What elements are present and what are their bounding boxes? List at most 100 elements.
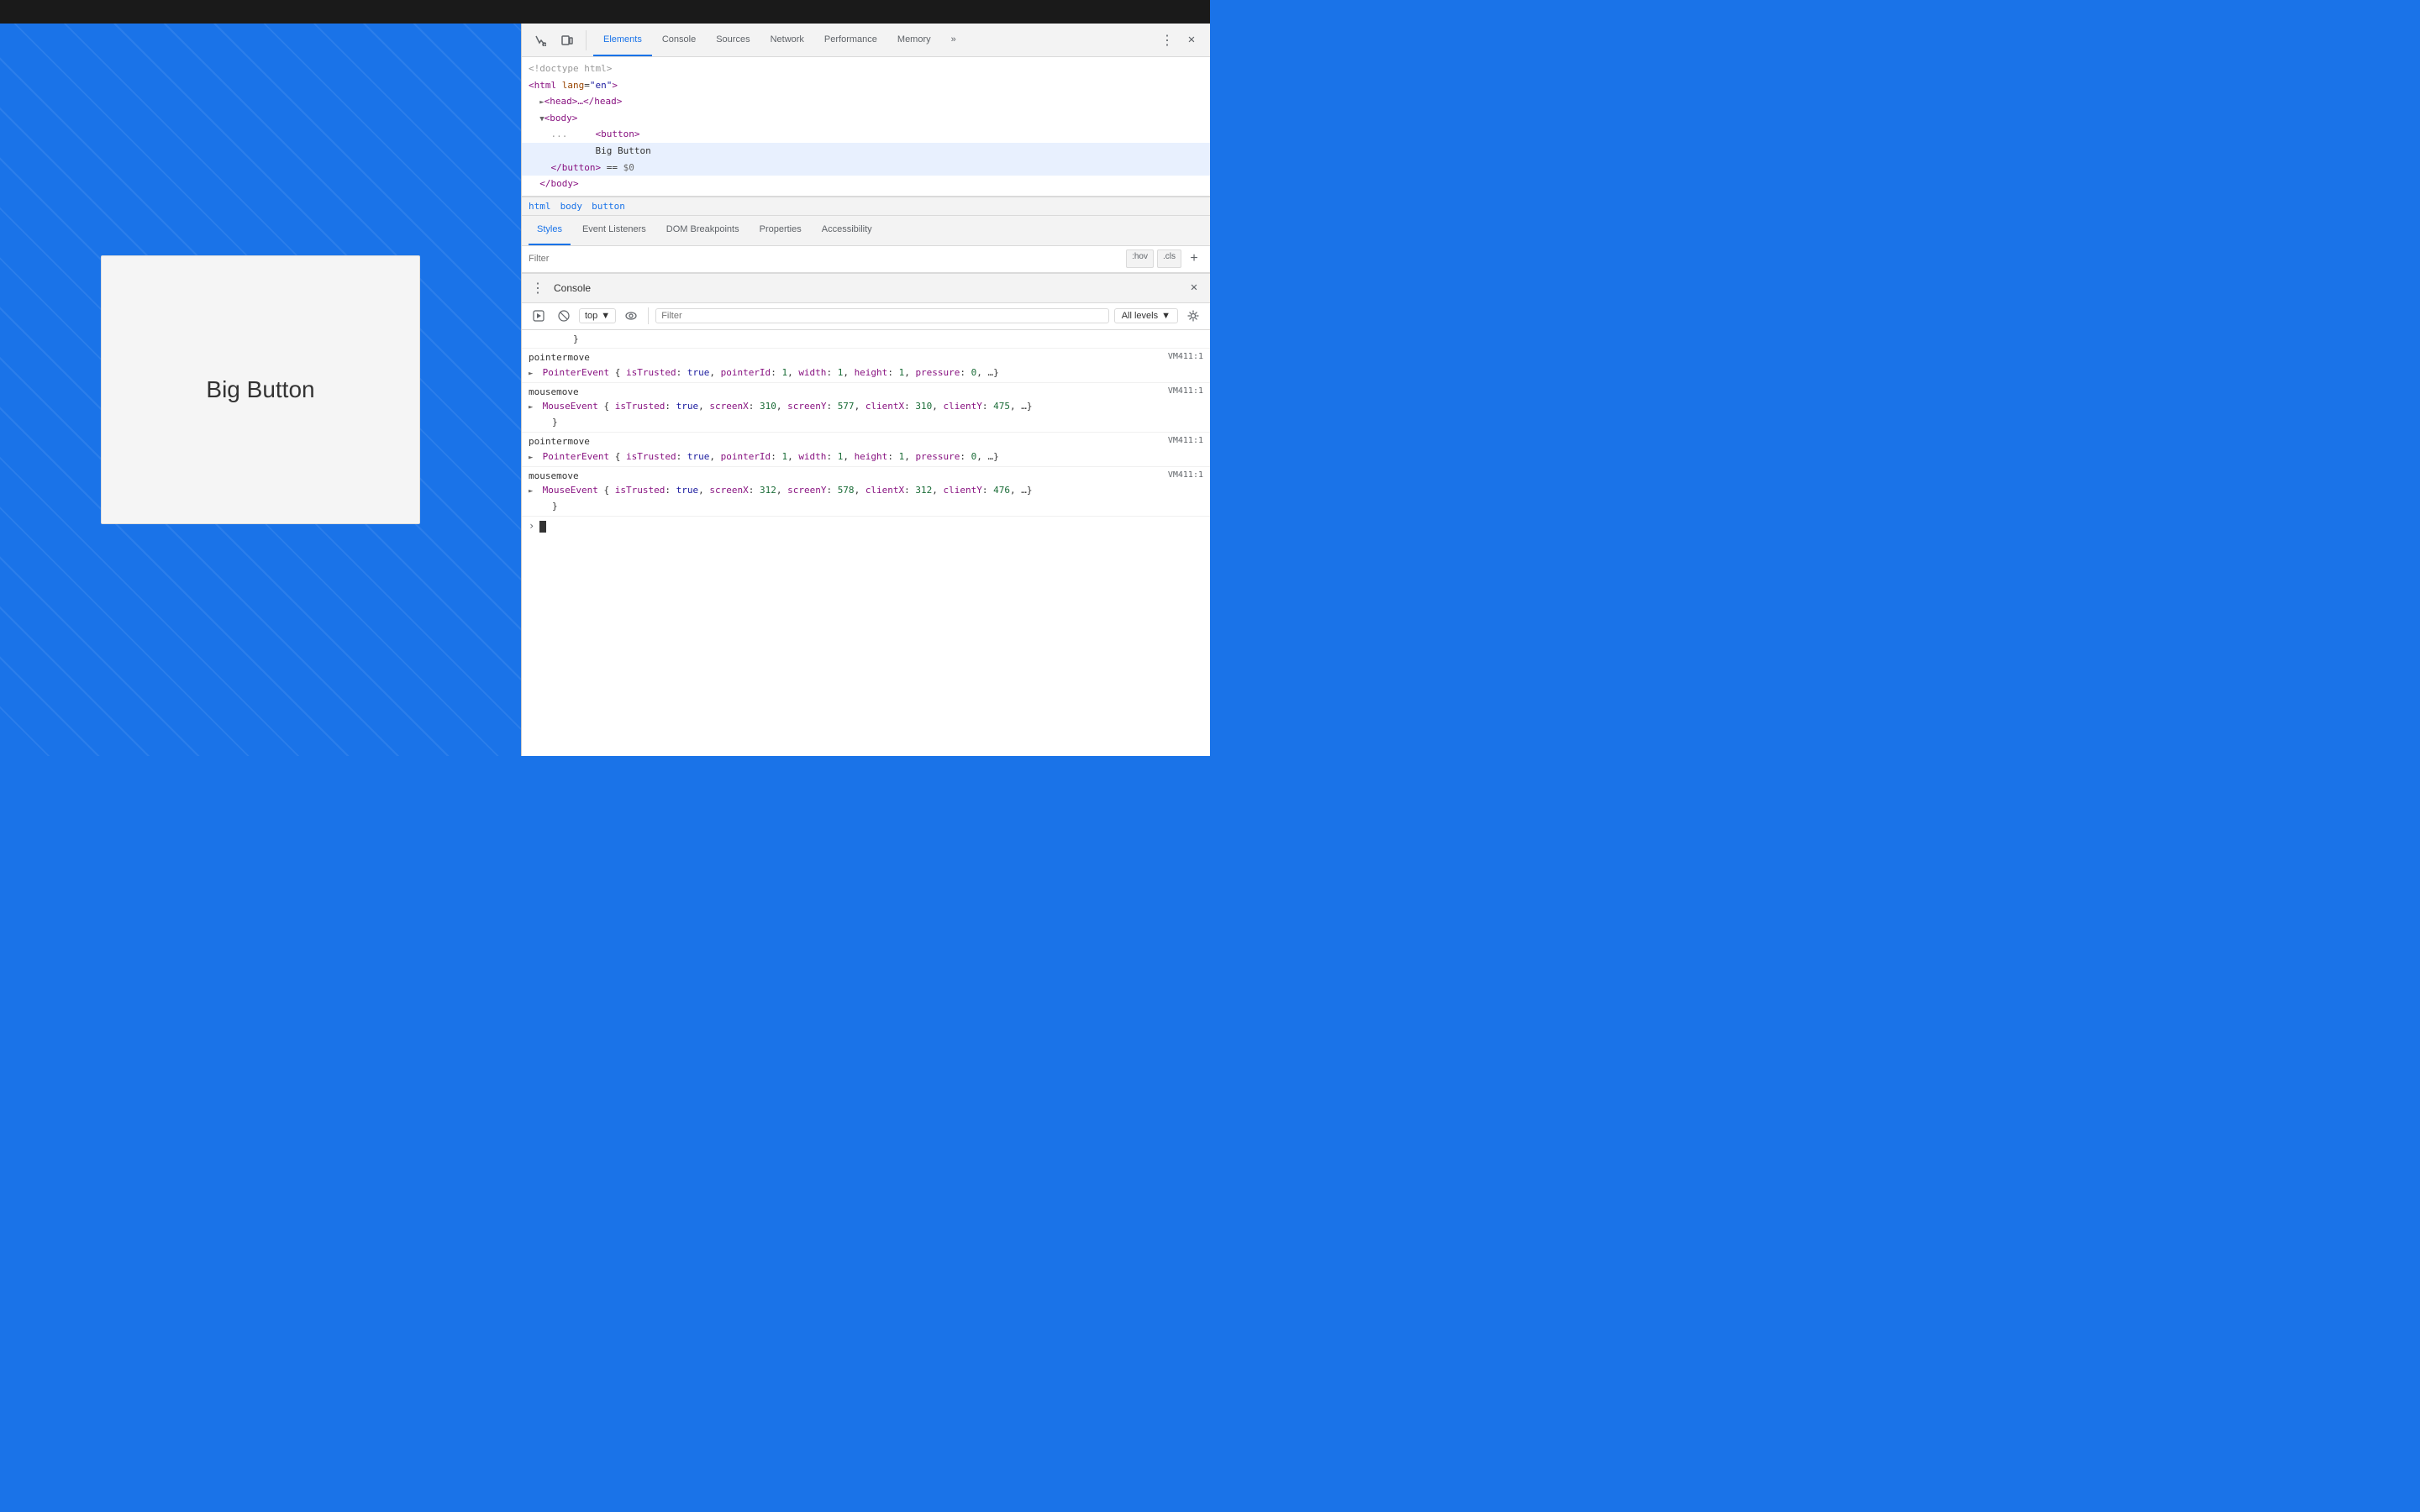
tree-ellipsis: ... <button> xyxy=(522,126,1210,143)
toolbar-separator xyxy=(586,30,587,50)
clear-console-icon[interactable] xyxy=(554,306,574,326)
console-title: Console xyxy=(554,282,591,294)
devtools-panel: Elements Console Sources Network Perform… xyxy=(521,24,1210,756)
device-toolbar-icon[interactable] xyxy=(555,29,579,52)
tree-body[interactable]: ▼<body> xyxy=(522,110,1210,127)
console-toolbar: top ▼ All levels ▼ xyxy=(522,303,1210,330)
ellipsis-text: ... xyxy=(551,129,568,139)
context-value: top xyxy=(585,311,597,321)
tree-head[interactable]: ►<head>…</head> xyxy=(522,93,1210,110)
page-content: Big Button xyxy=(101,255,420,524)
breadcrumb-button[interactable]: button xyxy=(592,201,625,212)
breadcrumb-sep-1 xyxy=(555,201,557,211)
doctype-text: <!doctype html> xyxy=(529,63,612,74)
levels-arrow: ▼ xyxy=(1161,311,1171,321)
sub-tabs: Styles Event Listeners DOM Breakpoints P… xyxy=(522,216,1210,246)
subtab-properties[interactable]: Properties xyxy=(751,216,810,245)
console-filter-input[interactable] xyxy=(655,308,1109,323)
tree-html[interactable]: <html lang="en"> xyxy=(522,77,1210,94)
event-name-pointermove-2: pointermove xyxy=(529,436,590,447)
lang-attr-value: "en" xyxy=(590,80,613,91)
toolbar-right: ⋮ ✕ xyxy=(1158,29,1203,52)
hov-button[interactable]: :hov xyxy=(1126,249,1154,268)
console-output[interactable]: } pointermove VM411:1 ► PointerEvent { i… xyxy=(522,330,1210,756)
breadcrumb-sep-2 xyxy=(586,201,588,211)
console-separator xyxy=(648,307,649,324)
console-settings-icon[interactable] xyxy=(1183,306,1203,326)
breadcrumb-body[interactable]: body xyxy=(560,201,583,212)
button-close-tag: </button> xyxy=(551,162,602,173)
browser-viewport: Big Button xyxy=(0,24,521,756)
console-dots-icon[interactable]: ⋮ xyxy=(529,279,547,297)
execute-icon[interactable] xyxy=(529,306,549,326)
inspect-element-icon[interactable] xyxy=(529,29,552,52)
console-entry-pointermove-2: pointermove VM411:1 ► PointerEvent { isT… xyxy=(522,433,1210,466)
event-name-pointermove-1: pointermove xyxy=(529,352,590,363)
console-entry-mousemove-1: mousemove VM411:1 ► MouseEvent { isTrust… xyxy=(522,383,1210,433)
tab-console[interactable]: Console xyxy=(652,24,706,56)
subtab-event-listeners[interactable]: Event Listeners xyxy=(574,216,655,245)
cls-button[interactable]: .cls xyxy=(1157,249,1181,268)
console-cursor xyxy=(539,521,546,533)
context-dropdown[interactable]: top ▼ xyxy=(579,308,616,323)
console-close-icon[interactable]: ✕ xyxy=(1185,279,1203,297)
close-devtools-icon[interactable]: ✕ xyxy=(1180,29,1203,52)
breadcrumb: html body button xyxy=(522,197,1210,216)
subtab-styles[interactable]: Styles xyxy=(529,216,571,245)
tree-body-close: </body> xyxy=(522,176,1210,192)
expand-icon-2[interactable]: ► xyxy=(529,402,537,413)
styles-filter-input[interactable] xyxy=(529,254,1119,264)
source-link-2[interactable]: VM411:1 xyxy=(1168,385,1203,398)
html-tree: <!doctype html> <html lang="en"> ►<head>… xyxy=(522,57,1210,196)
tree-doctype: <!doctype html> xyxy=(522,60,1210,77)
eye-icon[interactable] xyxy=(621,306,641,326)
tab-network[interactable]: Network xyxy=(760,24,814,56)
expand-icon-1[interactable]: ► xyxy=(529,368,537,380)
add-style-button[interactable]: + xyxy=(1185,249,1203,268)
devtools-tabs: Elements Console Sources Network Perform… xyxy=(593,24,966,56)
filter-buttons: :hov .cls + xyxy=(1126,249,1203,268)
subtab-dom-breakpoints[interactable]: DOM Breakpoints xyxy=(658,216,748,245)
expand-icon-3[interactable]: ► xyxy=(529,452,537,464)
lang-attr-name: lang xyxy=(562,80,585,91)
levels-dropdown[interactable]: All levels ▼ xyxy=(1114,308,1178,323)
devtools-menu-icon[interactable]: ⋮ xyxy=(1158,31,1176,50)
tree-button-close[interactable]: </button> == $0 xyxy=(522,160,1210,176)
event-name-mousemove-2: mousemove xyxy=(529,470,579,481)
tab-elements[interactable]: Elements xyxy=(593,24,652,56)
top-bar xyxy=(0,0,1210,24)
source-link-1[interactable]: VM411:1 xyxy=(1168,350,1203,364)
button-open-tag: <button> xyxy=(596,129,640,139)
tab-sources[interactable]: Sources xyxy=(706,24,760,56)
console-entry-brace: } xyxy=(522,330,1210,349)
subtab-accessibility[interactable]: Accessibility xyxy=(813,216,881,245)
main-area: Big Button Elements xyxy=(0,24,1210,756)
body-close-tag: </body> xyxy=(539,178,578,189)
filter-bar: :hov .cls + xyxy=(522,246,1210,273)
big-button-label: Big Button xyxy=(206,376,314,403)
expand-icon-4[interactable]: ► xyxy=(529,486,537,497)
eq-sign: == xyxy=(607,162,623,173)
source-link-4[interactable]: VM411:1 xyxy=(1168,469,1203,482)
html-tag: <html xyxy=(529,80,556,91)
console-entry-pointermove-1: pointermove VM411:1 ► PointerEvent { isT… xyxy=(522,349,1210,382)
dropdown-arrow: ▼ xyxy=(601,311,610,321)
tab-more[interactable]: » xyxy=(941,24,966,56)
levels-value: All levels xyxy=(1122,311,1158,321)
body-tag: <body> xyxy=(544,113,578,123)
button-text-content: Big Button xyxy=(595,145,650,156)
tree-button-content[interactable]: Big Button xyxy=(522,143,1210,160)
html-tag-close-bracket: > xyxy=(612,80,618,91)
event-name-mousemove-1: mousemove xyxy=(529,386,579,397)
devtools-toolbar: Elements Console Sources Network Perform… xyxy=(522,24,1210,57)
elements-panel: <!doctype html> <html lang="en"> ►<head>… xyxy=(522,57,1210,197)
head-tag: <head>…</head> xyxy=(544,96,623,107)
dollar-zero: $0 xyxy=(623,162,634,173)
source-link-3[interactable]: VM411:1 xyxy=(1168,434,1203,448)
console-input-line[interactable]: › xyxy=(522,517,1210,536)
console-prompt-icon: › xyxy=(529,518,534,534)
tab-performance[interactable]: Performance xyxy=(814,24,887,56)
console-header: ⋮ Console ✕ xyxy=(522,273,1210,303)
breadcrumb-html[interactable]: html xyxy=(529,201,551,212)
tab-memory[interactable]: Memory xyxy=(887,24,941,56)
